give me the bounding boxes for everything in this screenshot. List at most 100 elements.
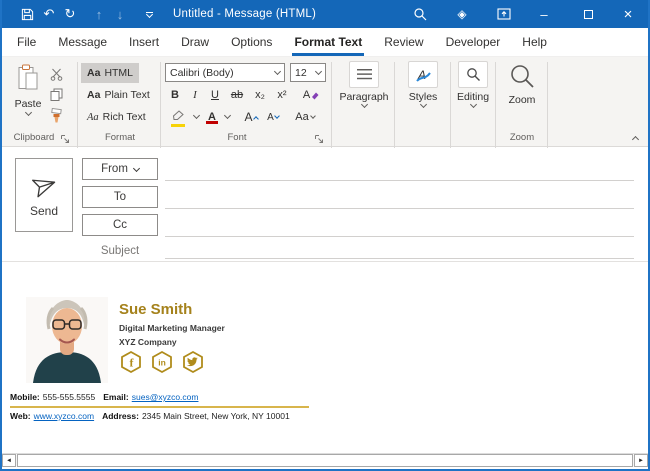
- font-color-button[interactable]: A: [203, 108, 221, 126]
- popout-icon[interactable]: [494, 0, 514, 28]
- strikethrough-button[interactable]: ab: [228, 86, 246, 104]
- zoom-magnifier-icon: [509, 61, 535, 91]
- redo-icon[interactable]: ↻: [62, 0, 78, 28]
- format-rich-text-label: Rich Text: [103, 111, 146, 123]
- scroll-right-arrow[interactable]: ►: [634, 454, 648, 467]
- bold-button[interactable]: B: [166, 86, 184, 104]
- send-button[interactable]: Send: [15, 158, 73, 232]
- window-title: Untitled - Message (HTML): [173, 0, 316, 28]
- minimize-button[interactable]: –: [534, 0, 554, 28]
- outlook-message-window: ↶ ↻ ↑ ↓ Untitled - Message (HTML) ◈ – × …: [0, 0, 650, 471]
- subject-label: Subject: [82, 245, 158, 257]
- format-painter-icon[interactable]: [46, 107, 66, 125]
- grow-font-button[interactable]: A: [242, 108, 260, 126]
- web-label: Web:: [10, 411, 31, 421]
- to-field[interactable]: [165, 208, 634, 209]
- facebook-icon[interactable]: f: [119, 350, 143, 374]
- zoom-label: Zoom: [509, 94, 536, 106]
- subscript-button[interactable]: x₂: [251, 86, 269, 104]
- font-color-dropdown-chevron-icon[interactable]: [224, 112, 231, 119]
- maximize-button[interactable]: [578, 0, 598, 28]
- web-link[interactable]: www.xyzco.com: [34, 411, 94, 421]
- change-case-button[interactable]: Aa: [292, 108, 318, 126]
- linkedin-icon[interactable]: in: [150, 350, 174, 374]
- clipboard-dialog-launcher-icon[interactable]: [60, 131, 72, 143]
- search-icon[interactable]: [410, 0, 430, 28]
- subject-field[interactable]: [165, 258, 634, 259]
- message-body[interactable]: Sue Smith Digital Marketing Manager XYZ …: [2, 263, 648, 453]
- email-link[interactable]: sues@xyzco.com: [132, 392, 199, 402]
- paste-dropdown-chevron-icon[interactable]: [24, 109, 31, 116]
- shrink-font-button[interactable]: A: [264, 108, 282, 126]
- signature-contact-line1: Mobile:555-555.5555Email:sues@xyzco.com: [10, 392, 206, 402]
- clear-formatting-a: A: [303, 89, 310, 101]
- gold-divider: [10, 406, 309, 408]
- format-plain-text-button[interactable]: Aa Plain Text: [81, 85, 156, 105]
- font-name-value: Calibri (Body): [170, 67, 234, 79]
- signature-contact-line2: Web:www.xyzco.com Address:2345 Main Stree…: [10, 411, 298, 421]
- customize-qat-icon[interactable]: [141, 0, 157, 28]
- email-label: Email:: [103, 392, 129, 402]
- tab-developer[interactable]: Developer: [435, 28, 512, 56]
- scroll-left-arrow[interactable]: ◄: [2, 454, 16, 467]
- tab-format-text[interactable]: Format Text: [283, 28, 373, 56]
- tab-message[interactable]: Message: [47, 28, 118, 56]
- format-rich-text-button[interactable]: Aa Rich Text: [81, 107, 152, 127]
- paste-button[interactable]: Paste: [10, 61, 46, 135]
- tab-insert[interactable]: Insert: [118, 28, 170, 56]
- address-value: 2345 Main Street, New York, NY 10001: [142, 411, 290, 421]
- tab-help[interactable]: Help: [511, 28, 558, 56]
- clear-formatting-button[interactable]: A: [302, 86, 320, 104]
- shrink-a: A: [267, 112, 274, 123]
- collapse-ribbon-chevron-icon[interactable]: [632, 136, 639, 143]
- tab-draw[interactable]: Draw: [170, 28, 220, 56]
- chevron-down-icon: [469, 101, 476, 108]
- underline-button[interactable]: U: [206, 86, 224, 104]
- case-aa: Aa: [295, 111, 308, 123]
- format-group-label: Format: [87, 132, 153, 143]
- tab-review[interactable]: Review: [373, 28, 434, 56]
- text-highlight-button[interactable]: [166, 108, 190, 126]
- close-button[interactable]: ×: [618, 0, 638, 28]
- signature-name: Sue Smith: [119, 301, 192, 318]
- zoom-group-label: Zoom: [497, 132, 547, 143]
- paragraph-button[interactable]: Paragraph: [336, 61, 392, 107]
- editing-button[interactable]: Editing: [452, 61, 494, 107]
- zoom-button[interactable]: Zoom: [499, 61, 545, 106]
- format-html-button[interactable]: Aa HTML: [81, 63, 139, 83]
- clipboard-group-label: Clipboard: [8, 132, 60, 143]
- from-field[interactable]: [165, 180, 634, 181]
- chevron-down-icon: [315, 68, 322, 75]
- twitter-icon[interactable]: [181, 350, 205, 374]
- scrollbar-thumb[interactable]: [17, 454, 633, 467]
- paper-plane-icon: [28, 169, 60, 201]
- superscript-button[interactable]: x²: [273, 86, 291, 104]
- grow-a: A: [244, 110, 252, 124]
- eraser-icon: [311, 91, 319, 100]
- tab-file[interactable]: File: [6, 28, 47, 56]
- font-dialog-launcher-icon[interactable]: [314, 131, 326, 143]
- premium-diamond-icon[interactable]: ◈: [452, 0, 472, 28]
- undo-icon[interactable]: ↶: [41, 0, 57, 28]
- copy-icon[interactable]: [46, 85, 66, 103]
- cc-label: Cc: [113, 219, 127, 231]
- font-size-select[interactable]: 12: [290, 63, 326, 82]
- cut-icon[interactable]: [46, 65, 66, 83]
- to-button[interactable]: To: [82, 186, 158, 208]
- move-down-icon[interactable]: ↓: [112, 0, 128, 28]
- font-name-select[interactable]: Calibri (Body): [165, 63, 285, 82]
- aa-glyph: Aa: [87, 89, 100, 101]
- tab-options[interactable]: Options: [220, 28, 283, 56]
- titlebar: ↶ ↻ ↑ ↓ Untitled - Message (HTML) ◈ – ×: [0, 0, 650, 28]
- from-button[interactable]: From: [82, 158, 158, 180]
- cc-button[interactable]: Cc: [82, 214, 158, 236]
- highlight-dropdown-chevron-icon[interactable]: [193, 112, 200, 119]
- move-up-icon[interactable]: ↑: [91, 0, 107, 28]
- save-icon[interactable]: [18, 0, 36, 28]
- italic-button[interactable]: I: [186, 86, 204, 104]
- styles-button[interactable]: A Styles: [398, 61, 448, 107]
- address-label: Address:: [102, 411, 139, 421]
- highlighter-icon: [171, 110, 185, 121]
- cc-field[interactable]: [165, 236, 634, 237]
- paste-clipboard-icon: [17, 64, 39, 96]
